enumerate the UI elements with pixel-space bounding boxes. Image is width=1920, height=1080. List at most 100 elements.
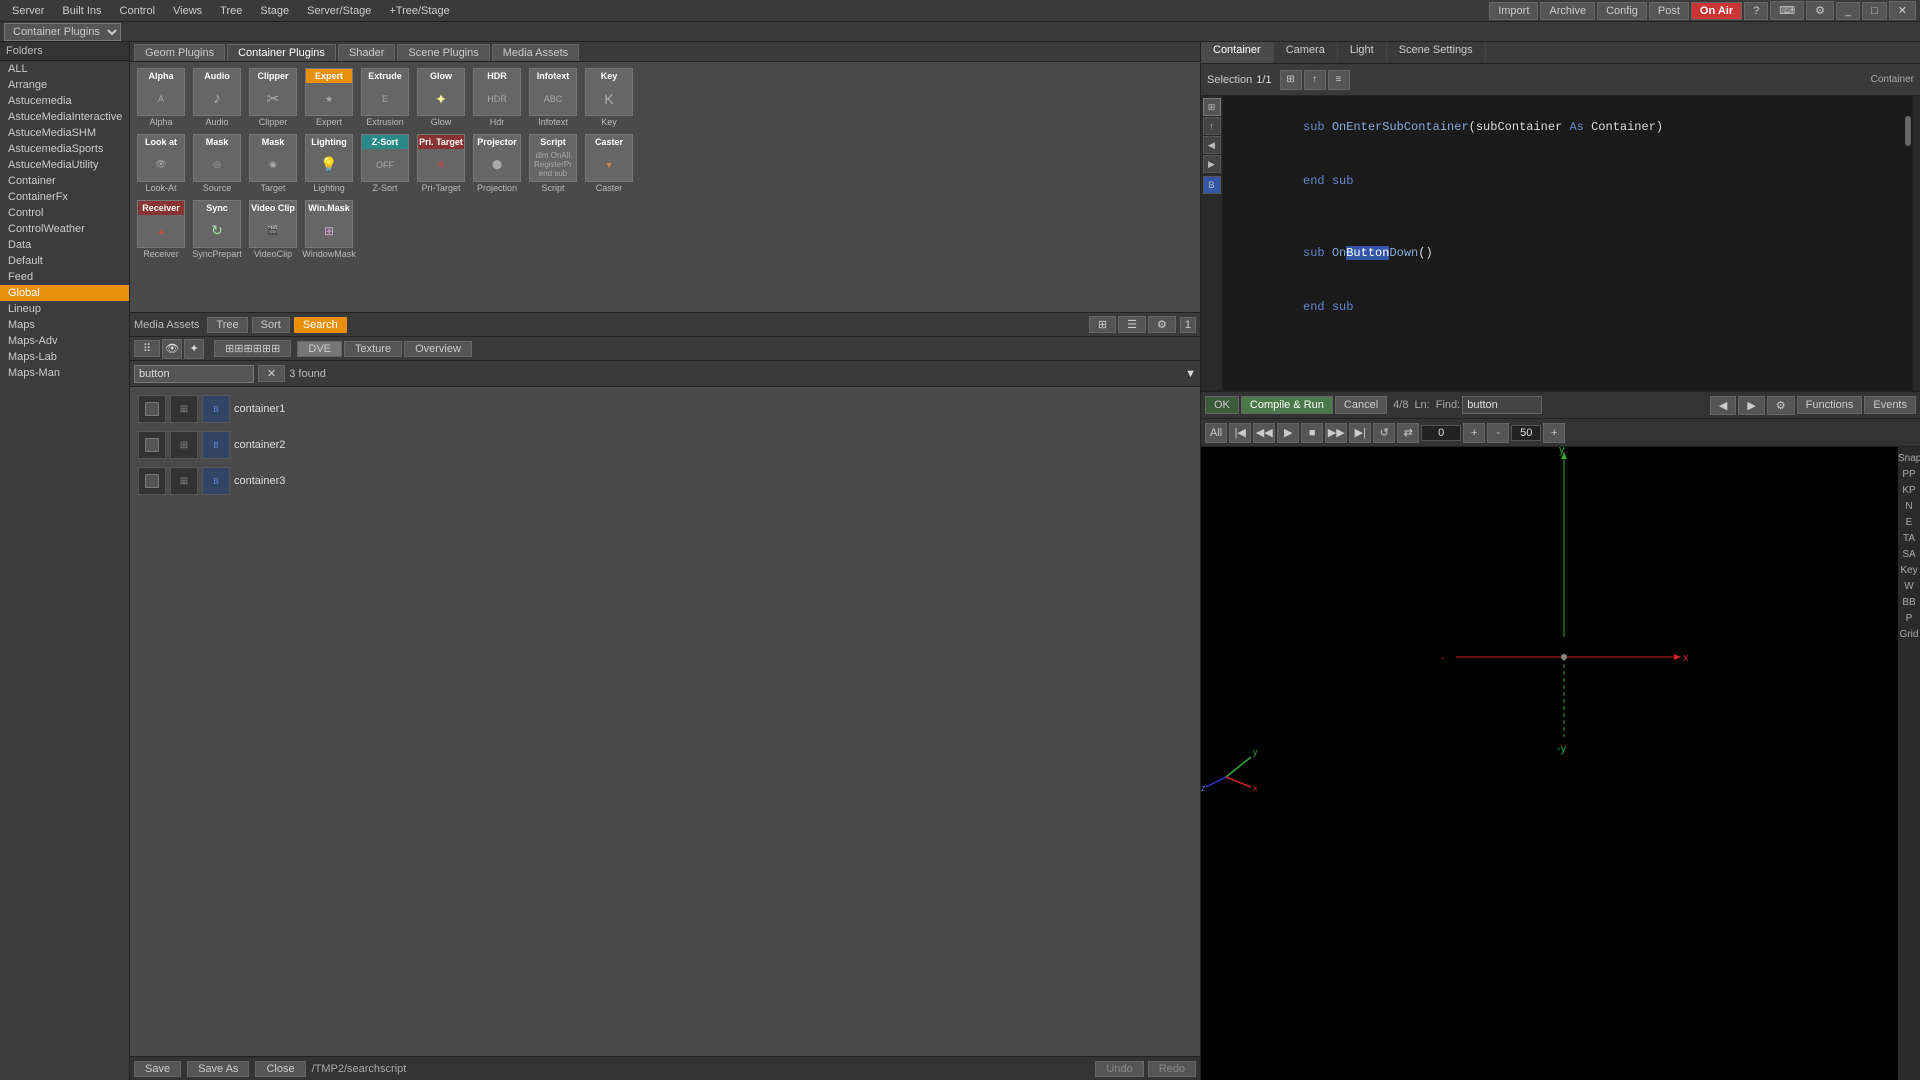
save-btn[interactable]: Save bbox=[134, 1061, 181, 1077]
e-label[interactable]: E bbox=[1898, 515, 1920, 530]
plugin-key[interactable]: Key K Key bbox=[582, 66, 636, 130]
grid-label[interactable]: Grid bbox=[1898, 627, 1920, 642]
plugin-glow[interactable]: Glow ✦ Glow bbox=[414, 66, 468, 130]
sidebar-item-default[interactable]: Default bbox=[0, 253, 129, 269]
menu-tree-stage[interactable]: +Tree/Stage bbox=[381, 3, 457, 19]
redo-btn[interactable]: Redo bbox=[1148, 1061, 1196, 1077]
play-next[interactable]: ▶▶ bbox=[1325, 423, 1347, 443]
save-as-btn[interactable]: Save As bbox=[187, 1061, 249, 1077]
n-label[interactable]: N bbox=[1898, 499, 1920, 514]
search-input[interactable] bbox=[134, 365, 254, 383]
find-input[interactable] bbox=[1462, 396, 1542, 414]
tab-media-assets[interactable]: Media Assets bbox=[492, 44, 579, 61]
view-toggle-grid[interactable]: ⊞ bbox=[1089, 316, 1116, 333]
bb-label[interactable]: BB bbox=[1898, 595, 1920, 610]
play-prev-start[interactable]: |◀ bbox=[1229, 423, 1251, 443]
tab-scene-plugins[interactable]: Scene Plugins bbox=[397, 44, 489, 61]
strip-icon-2[interactable]: ↑ bbox=[1203, 117, 1221, 135]
tab-scene-settings[interactable]: Scene Settings bbox=[1387, 42, 1486, 63]
settings-button[interactable]: ⚙ bbox=[1806, 1, 1834, 20]
viewport[interactable]: y -y x - y x z Snap PP KP N bbox=[1201, 447, 1920, 1080]
sidebar-item-feed[interactable]: Feed bbox=[0, 269, 129, 285]
sel-icon-2[interactable]: ↑ bbox=[1304, 70, 1326, 90]
result-container3[interactable]: ⊞ B container3 bbox=[134, 463, 1196, 499]
play-loop[interactable]: ↺ bbox=[1373, 423, 1395, 443]
config-button[interactable]: Config bbox=[1597, 2, 1647, 20]
play-minus[interactable]: - bbox=[1487, 423, 1509, 443]
kp-label[interactable]: KP bbox=[1898, 483, 1920, 498]
plugin-pritarget[interactable]: Pri. Target ⊕ Pri-Target bbox=[414, 132, 468, 196]
p-label[interactable]: P bbox=[1898, 611, 1920, 626]
play-plus[interactable]: + bbox=[1463, 423, 1485, 443]
sidebar-item-containerfx[interactable]: ContainerFx bbox=[0, 189, 129, 205]
play-prev[interactable]: ◀◀ bbox=[1253, 423, 1275, 443]
play-stop[interactable]: ■ bbox=[1301, 423, 1323, 443]
pp-label[interactable]: PP bbox=[1898, 467, 1920, 482]
tab-shader[interactable]: Shader bbox=[338, 44, 395, 61]
menu-control[interactable]: Control bbox=[112, 3, 163, 19]
plugin-extrude[interactable]: Extrude E Extrusion bbox=[358, 66, 412, 130]
tab-container[interactable]: Container bbox=[1201, 42, 1274, 63]
sidebar-item-astuceshm[interactable]: AstuceMediaSHM bbox=[0, 125, 129, 141]
plugin-expert[interactable]: Expert ★ Expert bbox=[302, 66, 356, 130]
functions-button[interactable]: Functions bbox=[1797, 396, 1863, 414]
sidebar-item-maps[interactable]: Maps bbox=[0, 317, 129, 333]
plugin-lookat[interactable]: Look at 👁 Look-At bbox=[134, 132, 188, 196]
tab-geom-plugins[interactable]: Geom Plugins bbox=[134, 44, 225, 61]
plugin-infotext[interactable]: Infotext ABC Infotext bbox=[526, 66, 580, 130]
menu-views[interactable]: Views bbox=[165, 3, 210, 19]
keyboard-button[interactable]: ⌨ bbox=[1770, 1, 1804, 20]
sidebar-item-astucemedia[interactable]: Astucemedia bbox=[0, 93, 129, 109]
tab-camera[interactable]: Camera bbox=[1274, 42, 1338, 63]
tab-dve[interactable]: DVE bbox=[297, 341, 342, 357]
sidebar-item-maps-lab[interactable]: Maps-Lab bbox=[0, 349, 129, 365]
strip-icon-4[interactable]: ▶ bbox=[1203, 155, 1221, 173]
archive-button[interactable]: Archive bbox=[1540, 2, 1595, 20]
search-clear[interactable]: ✕ bbox=[258, 365, 285, 382]
w-label[interactable]: W bbox=[1898, 579, 1920, 594]
ta-label[interactable]: TA bbox=[1898, 531, 1920, 546]
sidebar-item-data[interactable]: Data bbox=[0, 237, 129, 253]
scrollbar-handle[interactable] bbox=[1905, 116, 1911, 146]
find-prev-btn[interactable]: ◀ bbox=[1710, 396, 1736, 415]
search-button[interactable]: Search bbox=[294, 317, 347, 333]
plugin-clipper[interactable]: Clipper ✂ Clipper bbox=[246, 66, 300, 130]
find-next-btn[interactable]: ▶ bbox=[1738, 396, 1764, 415]
menu-tree[interactable]: Tree bbox=[212, 3, 250, 19]
sidebar-item-astuceutility[interactable]: AstuceMediaUtility bbox=[0, 157, 129, 173]
sidebar-item-astuceinteractive[interactable]: AstuceMediaInteractive bbox=[0, 109, 129, 125]
plugin-script[interactable]: Script dim OnAllRegisterPrend sub Script bbox=[526, 132, 580, 196]
find-options-btn[interactable]: ⚙ bbox=[1767, 396, 1795, 415]
plugin-audio[interactable]: Audio ♪ Audio bbox=[190, 66, 244, 130]
sidebar-item-arrange[interactable]: Arrange bbox=[0, 77, 129, 93]
menu-stage[interactable]: Stage bbox=[252, 3, 297, 19]
sel-icon-3[interactable]: ≡ bbox=[1328, 70, 1350, 90]
tab-icon-views[interactable]: ⊞⊞⊞⊞⊞⊞ bbox=[214, 340, 291, 357]
play-forward[interactable]: ▶ bbox=[1277, 423, 1299, 443]
sidebar-item-maps-adv[interactable]: Maps-Adv bbox=[0, 333, 129, 349]
sidebar-item-astucesports[interactable]: AstucemediaSports bbox=[0, 141, 129, 157]
sidebar-item-maps-man[interactable]: Maps-Man bbox=[0, 365, 129, 381]
play-time-plus[interactable]: + bbox=[1543, 423, 1565, 443]
scroll-right[interactable]: 1 bbox=[1180, 317, 1196, 333]
plugin-sync[interactable]: Sync ↻ SyncPrepart bbox=[190, 198, 244, 262]
key-label[interactable]: Key bbox=[1898, 563, 1920, 578]
import-button[interactable]: Import bbox=[1489, 2, 1538, 20]
plugin-alpha[interactable]: Alpha A Alpha bbox=[134, 66, 188, 130]
help-button[interactable]: ? bbox=[1744, 2, 1768, 20]
play-bounce[interactable]: ⇄ bbox=[1397, 423, 1419, 443]
sa-label[interactable]: SA bbox=[1898, 547, 1920, 562]
sort-button[interactable]: Sort bbox=[252, 317, 290, 333]
events-button[interactable]: Events bbox=[1864, 396, 1916, 414]
sidebar-item-global[interactable]: Global bbox=[0, 285, 129, 301]
plugin-projector[interactable]: Projector ⬤ Projection bbox=[470, 132, 524, 196]
tab-container-plugins[interactable]: Container Plugins bbox=[227, 44, 336, 61]
sel-icon-1[interactable]: ⊞ bbox=[1280, 70, 1302, 90]
container-plugins-dropdown[interactable]: Container Plugins bbox=[4, 23, 121, 41]
plugin-winmask[interactable]: Win.Mask ⊞ WindowMask bbox=[302, 198, 356, 262]
play-next-end[interactable]: ▶| bbox=[1349, 423, 1371, 443]
sidebar-item-control[interactable]: Control bbox=[0, 205, 129, 221]
tree-button[interactable]: Tree bbox=[207, 317, 247, 333]
sidebar-item-container[interactable]: Container bbox=[0, 173, 129, 189]
plugin-masktarget[interactable]: Mask ◉ Target bbox=[246, 132, 300, 196]
